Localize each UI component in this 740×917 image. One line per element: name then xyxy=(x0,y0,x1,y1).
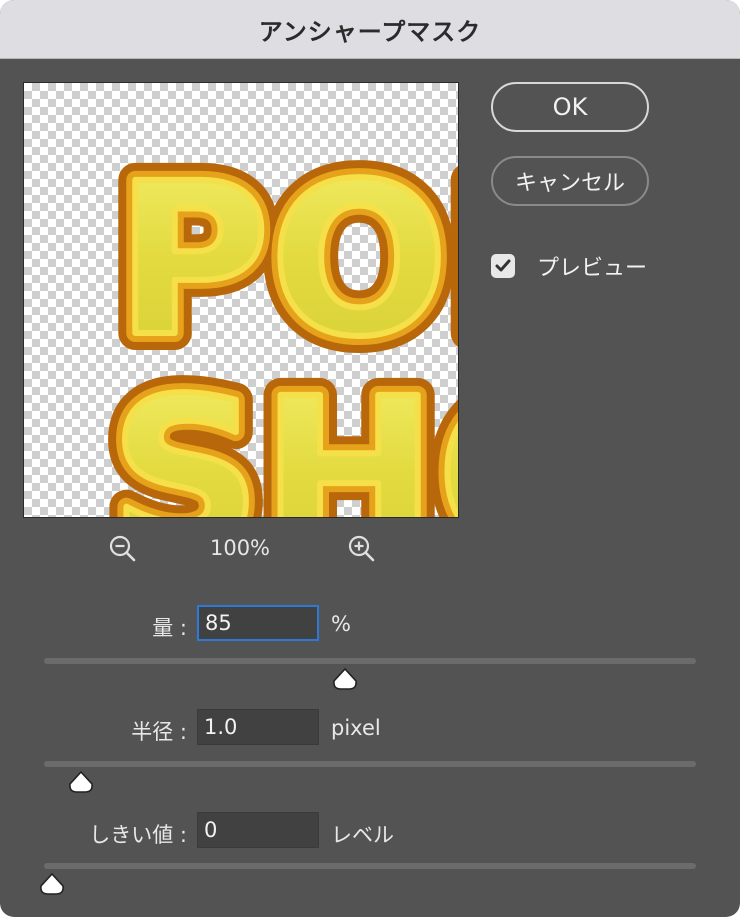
threshold-slider-track[interactable] xyxy=(44,863,696,869)
unsharp-mask-dialog: アンシャープマスク POP POP POP SHO SHO SHO OK xyxy=(0,0,740,917)
radius-slider-thumb[interactable] xyxy=(68,771,94,793)
ok-button-label: OK xyxy=(552,93,588,121)
preview-checkbox-row[interactable]: プレビュー xyxy=(491,250,647,282)
radius-unit: pixel xyxy=(331,716,381,740)
preview-checkbox-label: プレビュー xyxy=(537,256,648,281)
cancel-button-label: キャンセル xyxy=(514,171,625,196)
dialog-title: アンシャープマスク xyxy=(258,17,482,46)
title-bar: アンシャープマスク xyxy=(0,0,740,59)
zoom-level: 100% xyxy=(209,536,271,560)
ok-button[interactable]: OK xyxy=(491,82,649,132)
cancel-button[interactable]: キャンセル xyxy=(491,156,649,206)
preview-text-line2: SHO xyxy=(110,353,458,517)
amount-slider-track[interactable] xyxy=(44,658,696,664)
zoom-in-icon[interactable] xyxy=(346,533,380,567)
preview-checkbox[interactable] xyxy=(491,254,515,278)
checkmark-icon xyxy=(495,259,511,272)
threshold-slider-thumb[interactable] xyxy=(39,873,65,895)
amount-unit: % xyxy=(331,612,351,636)
amount-slider-thumb[interactable] xyxy=(332,668,358,690)
preview-image: POP POP POP SHO SHO SHO xyxy=(93,121,458,517)
preview-text-line1: POP xyxy=(116,138,458,383)
amount-input[interactable] xyxy=(197,605,319,641)
zoom-out-icon[interactable] xyxy=(107,533,141,567)
threshold-input[interactable] xyxy=(197,812,319,848)
preview-pane[interactable]: POP POP POP SHO SHO SHO xyxy=(23,82,459,518)
radius-slider-track[interactable] xyxy=(44,761,696,767)
radius-input[interactable] xyxy=(197,709,319,745)
radius-label: 半径 : xyxy=(131,720,187,744)
threshold-label: しきい値 : xyxy=(89,823,187,847)
amount-label: 量 : xyxy=(152,616,187,640)
threshold-unit: レベル xyxy=(331,823,394,847)
